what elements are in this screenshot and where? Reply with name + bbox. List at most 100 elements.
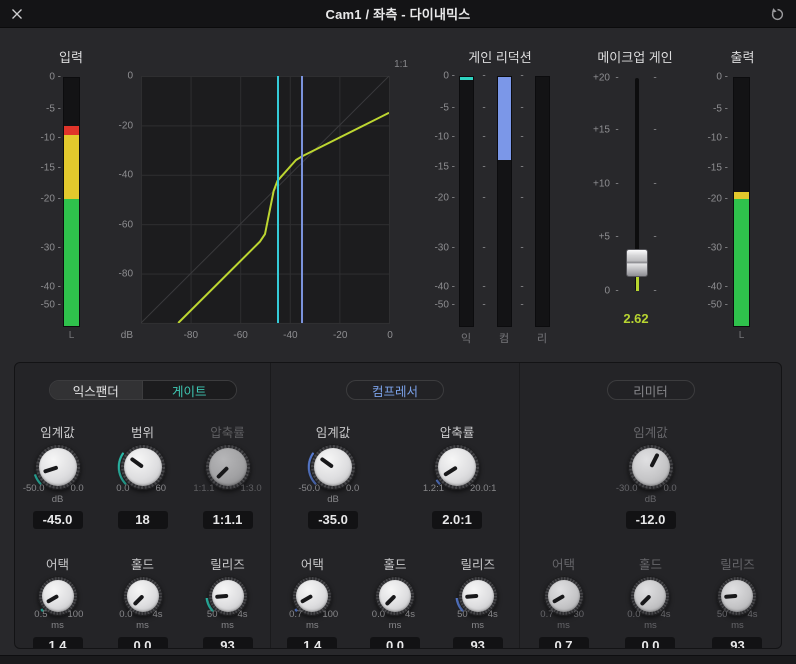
knob-min-label: -50.0 — [298, 483, 321, 494]
output-meter-scale: 0 - -5 - -10 - -15 - -20 - -30 - -40 - -50 - — [707, 71, 728, 311]
output-meter-title: 출력 — [730, 50, 755, 65]
limiter-attack-control: 어택 0.7 30 ms 0.7 — [522, 554, 606, 648]
knob-label: 어택 — [45, 558, 69, 572]
limiter-release-value[interactable]: 93 — [712, 637, 763, 648]
compressor-attack-value[interactable]: 1.4 — [287, 637, 338, 648]
knob-pointer — [132, 594, 144, 607]
graph-y-axis: 0 -20 -40 -60 -80 — [118, 70, 133, 280]
gate-attack-control: 어택 0.5 100 ms 1.4 — [16, 554, 100, 648]
knob-max-label: 4s — [747, 609, 758, 620]
output-channel-label: L — [738, 330, 745, 341]
knob-max-label: 4s — [237, 609, 248, 620]
knob-label: 압축률 — [439, 426, 475, 440]
gr-compressor-meter — [497, 76, 512, 327]
knob-max-label: 4s — [487, 609, 498, 620]
knob-max-label: 4s — [405, 609, 416, 620]
gate-release-value[interactable]: 93 — [202, 637, 253, 648]
limiter-hold-value[interactable]: 0.0 — [625, 637, 676, 648]
knob-min-label: 1:1.1 — [193, 483, 215, 494]
limiter-threshold-value[interactable]: -12.0 — [625, 511, 676, 529]
makeup-scale: +20 +15 +10 +5 0 — [593, 72, 610, 297]
gate-section: 익스팬더 게이트 임계값 -50.0 0.0 dB -45.0 범위 0.0 6… — [15, 363, 270, 648]
reset-button[interactable] — [768, 5, 786, 23]
close-button[interactable] — [8, 5, 26, 23]
knob-label: 홀드 — [638, 558, 662, 572]
knob-max-label: 60 — [155, 483, 167, 494]
knob-pointer — [384, 594, 397, 607]
compressor-section: 컴프레서 임계값 -50.0 0.0 dB -35.0 압축률 1.2:1 20… — [270, 363, 519, 648]
knob-pointer — [464, 594, 478, 600]
gate-range-control: 범위 0.0 60 18 — [101, 422, 185, 529]
knob-max-label: 4s — [660, 609, 671, 620]
gr-expander-meter — [459, 76, 474, 327]
knob-min-label: 0.5 — [34, 609, 48, 620]
knob-max-label: 100 — [322, 609, 339, 620]
knob-min-label: -50.0 — [22, 483, 45, 494]
knob-pointer — [45, 594, 59, 605]
knob-label: 임계값 — [40, 426, 75, 440]
compressor-release-value[interactable]: 93 — [452, 637, 503, 648]
compressor-hold-value[interactable]: 0.0 — [370, 637, 421, 648]
gate-threshold-value[interactable]: -45.0 — [32, 511, 83, 529]
knob-unit-label: dB — [644, 494, 657, 505]
knob-pointer — [551, 594, 565, 605]
knob-min-label: 50 — [457, 609, 468, 620]
limiter-attack-value[interactable]: 0.7 — [538, 637, 589, 648]
gate-hold-control: 홀드 0.0 4s ms 0.0 — [101, 554, 185, 648]
knob-max-label: 30 — [573, 609, 585, 620]
knob-label: 범위 — [130, 426, 154, 440]
knob-pointer — [42, 465, 59, 474]
knob-max-label: 4s — [152, 609, 163, 620]
gate-attack-value[interactable]: 1.4 — [32, 637, 83, 648]
graph-x-axis: -80 -60 -40 -20 0 — [183, 330, 393, 341]
knob-min-label: 0.0 — [627, 609, 641, 620]
tab-expander[interactable]: 익스팬더 — [49, 381, 142, 399]
makeup-gain-title: 메이크업 게인 — [597, 50, 673, 65]
gate-range-value[interactable]: 18 — [117, 511, 168, 529]
tab-gate[interactable]: 게이트 — [142, 381, 236, 399]
knob-unit-label: ms — [306, 620, 319, 631]
knob-unit-label: ms — [136, 620, 149, 631]
output-meter-bar — [733, 77, 750, 327]
knob-min-label: 50 — [206, 609, 218, 620]
knob-max-label: 0.0 — [663, 483, 677, 494]
title-bar: Cam1 / 좌측 - 다이내믹스 — [0, 0, 796, 28]
knob-unit-label: dB — [327, 494, 339, 505]
gate-hold-value[interactable]: 0.0 — [117, 637, 168, 648]
knob-unit-label: ms — [221, 620, 234, 631]
expander-gate-tabgroup: 익스팬더 게이트 — [48, 380, 237, 400]
knob-min-label: 1.2:1 — [422, 483, 445, 494]
makeup-dash-left: ----- — [615, 72, 619, 297]
knob-pointer — [648, 452, 660, 468]
gate-ratio-value[interactable]: 1:1.1 — [202, 511, 253, 529]
knob-pointer — [724, 594, 738, 600]
knob-unit-label: ms — [644, 620, 657, 631]
knob-pointer — [319, 456, 335, 469]
makeup-gain-value: 2.62 — [623, 311, 649, 326]
gr-limiter-label: 리 — [536, 333, 548, 345]
limiter-button[interactable]: 리미터 — [606, 380, 695, 400]
compressor-button[interactable]: 컴프레서 — [346, 380, 445, 400]
knob-label: 홀드 — [130, 558, 154, 572]
knob-min-label: 50 — [716, 609, 728, 620]
limiter-hold-control: 홀드 0.0 4s ms 0.0 — [608, 554, 692, 648]
makeup-slider-handle[interactable] — [626, 249, 648, 278]
knob-label: 압축률 — [210, 426, 245, 440]
gain-curve-line — [178, 113, 389, 323]
gr-limiter-meter — [535, 76, 550, 327]
knob-label: 릴리즈 — [210, 558, 245, 572]
knob-max-label: 20.0:1 — [470, 483, 497, 494]
knob-label: 임계값 — [315, 426, 351, 440]
input-channel-label: L — [68, 330, 75, 341]
gate-threshold-control: 임계값 -50.0 0.0 dB -45.0 — [16, 422, 100, 529]
dynamics-controls-panel: 익스팬더 게이트 임계값 -50.0 0.0 dB -45.0 범위 0.0 6… — [14, 362, 782, 649]
limiter-release-control: 릴리즈 50 4s ms 93 — [695, 554, 779, 648]
compressor-threshold-value[interactable]: -35.0 — [308, 511, 359, 529]
knob-pointer — [215, 465, 229, 480]
compressor-ratio-value[interactable]: 2.0:1 — [432, 511, 483, 529]
gr-dash-column-2: -------- — [520, 70, 524, 311]
gr-expander-label: 익 — [460, 333, 472, 345]
knob-unit-label: ms — [51, 620, 64, 631]
graph-ratio-label: 1:1 — [394, 59, 408, 70]
knob-max-label: 1:3.0 — [240, 483, 262, 494]
